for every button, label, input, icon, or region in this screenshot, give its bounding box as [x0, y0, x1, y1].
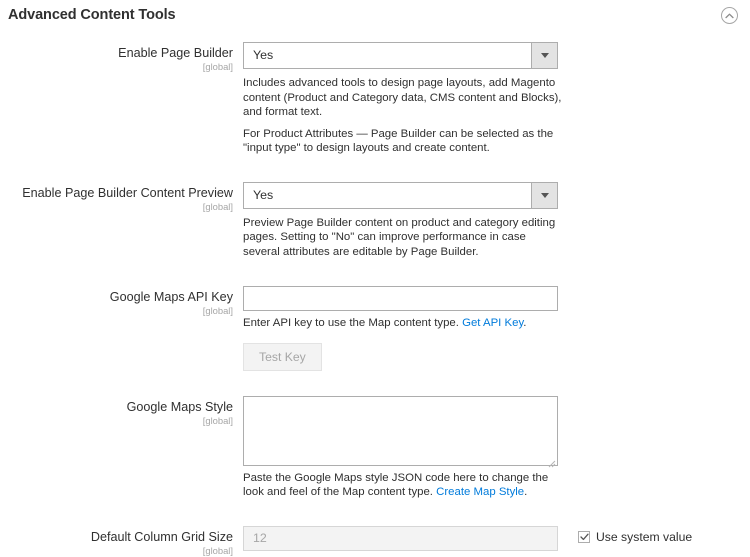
google-maps-style-textarea[interactable]: [243, 396, 558, 466]
field-row-google-maps-style: Google Maps Style [global] Paste the Goo…: [0, 396, 750, 500]
get-api-key-link[interactable]: Get API Key: [462, 317, 523, 329]
scope-badge: [global]: [0, 201, 233, 213]
help-text-suffix: .: [524, 486, 527, 498]
help-text-suffix: .: [523, 317, 526, 329]
checkbox-checked-icon[interactable]: [578, 531, 590, 543]
help-text-enable-page-builder-1: Includes advanced tools to design page l…: [243, 76, 563, 120]
page-title: Advanced Content Tools: [8, 7, 176, 23]
field-row-google-maps-api-key: Google Maps API Key [global] Enter API k…: [0, 286, 750, 331]
scope-badge: [global]: [0, 61, 233, 73]
scope-badge: [global]: [0, 305, 233, 317]
enable-content-preview-value: Yes: [244, 183, 273, 208]
field-row-test-key: Test Key: [0, 343, 750, 371]
google-maps-api-key-input[interactable]: [243, 286, 558, 311]
help-text-google-maps-api-key: Enter API key to use the Map content typ…: [243, 316, 563, 331]
settings-form: Enable Page Builder [global] Yes Include…: [0, 30, 750, 557]
help-text-google-maps-style: Paste the Google Maps style JSON code he…: [243, 471, 563, 500]
advanced-content-tools-page: Advanced Content Tools Enable Page Build…: [0, 0, 750, 557]
section-header[interactable]: Advanced Content Tools: [0, 0, 750, 30]
chevron-up-circle-icon[interactable]: [721, 7, 738, 24]
scope-badge: [global]: [0, 415, 233, 427]
help-text-enable-page-builder-2: For Product Attributes — Page Builder ca…: [243, 127, 563, 156]
chevron-down-icon[interactable]: [531, 43, 557, 68]
field-row-enable-content-preview: Enable Page Builder Content Preview [glo…: [0, 182, 750, 260]
label-enable-content-preview: Enable Page Builder Content Preview [glo…: [0, 182, 243, 213]
chevron-down-icon[interactable]: [531, 183, 557, 208]
enable-page-builder-value: Yes: [244, 43, 273, 68]
scope-badge: [global]: [0, 545, 233, 557]
enable-content-preview-select[interactable]: Yes: [243, 182, 558, 209]
field-row-default-column-grid-size: Default Column Grid Size [global] Grid s…: [0, 526, 750, 557]
create-map-style-link[interactable]: Create Map Style: [436, 486, 524, 498]
field-row-enable-page-builder: Enable Page Builder [global] Yes Include…: [0, 42, 750, 156]
default-column-grid-size-input[interactable]: [243, 526, 558, 551]
help-text-enable-content-preview: Preview Page Builder content on product …: [243, 216, 563, 260]
label-enable-page-builder: Enable Page Builder [global]: [0, 42, 243, 73]
label-google-maps-style: Google Maps Style [global]: [0, 396, 243, 427]
label-default-column-grid-size: Default Column Grid Size [global]: [0, 526, 243, 557]
test-key-button[interactable]: Test Key: [243, 343, 322, 371]
use-system-value-default-grid[interactable]: Use system value: [578, 530, 692, 544]
label-google-maps-api-key: Google Maps API Key [global]: [0, 286, 243, 317]
help-text-prefix: Enter API key to use the Map content typ…: [243, 317, 462, 329]
use-system-value-label: Use system value: [596, 530, 692, 544]
enable-page-builder-select[interactable]: Yes: [243, 42, 558, 69]
